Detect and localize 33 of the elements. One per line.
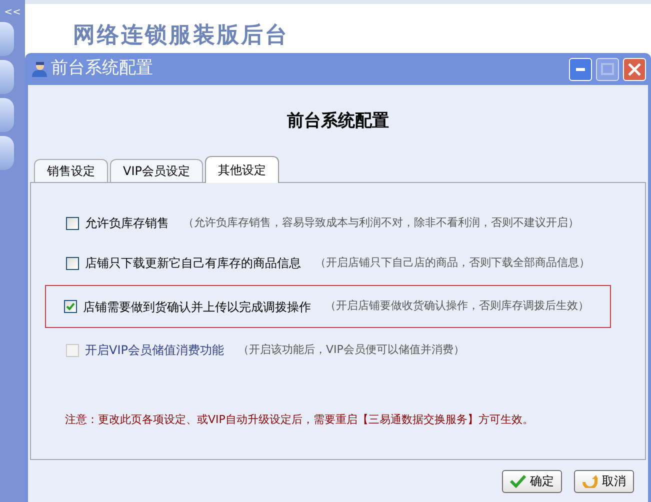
sidebar-tab[interactable] [0, 98, 14, 132]
maximize-icon [601, 63, 614, 75]
sidebar-tab[interactable] [0, 22, 14, 56]
checkmark-icon [66, 302, 75, 311]
page-title: 网络连锁服装版后台 [72, 21, 290, 50]
checkbox[interactable] [66, 256, 79, 270]
return-arrow-icon [582, 474, 598, 488]
tab[interactable]: 销售设定 [34, 159, 108, 182]
option-hint: （开启店铺要做收货确认操作，否则库存调拨后生效） [325, 298, 589, 314]
ok-button[interactable]: 确定 [502, 470, 562, 492]
option-hint: （开启该功能后，VIP会员便可以储值并消费） [238, 342, 464, 358]
sidebar-tab[interactable] [0, 60, 14, 94]
checkbox[interactable] [66, 216, 79, 230]
option-label: 开启VIP会员储值消费功能 [85, 342, 224, 359]
checkbox[interactable] [64, 300, 77, 313]
minimize-button[interactable] [569, 58, 592, 80]
option-hint: （允许负库存销售，容易导致成本与利润不对，除非不看利润，否则不建议开启） [183, 214, 579, 231]
cancel-button[interactable]: 取消 [574, 470, 634, 492]
checkmark-icon [510, 474, 526, 488]
option-label: 店铺只下载更新它自己有库存的商品信息 [85, 255, 301, 272]
notice-text: 注意：更改此页各项设定、或VIP自动升级设定后，需要重启【三易通数据交换服务】方可生效。 [64, 412, 534, 428]
close-button[interactable] [623, 58, 646, 80]
minimize-icon [576, 68, 585, 70]
option-label: 店铺需要做到货确认并上传以完成调拨操作 [83, 298, 311, 316]
tab[interactable]: VIP会员设定 [110, 159, 203, 182]
close-icon [628, 62, 641, 76]
dialog-heading: 前台系统配置 [286, 110, 390, 133]
window-title: 前台系统配置 [51, 57, 154, 80]
sidebar-tab[interactable] [0, 136, 14, 170]
tab[interactable]: 其他设定 [204, 156, 279, 183]
option-hint: （开启店铺只下自己店的商品，否则下载全部商品信息） [315, 254, 590, 271]
user-icon [31, 61, 47, 77]
option-label: 允许负库存销售 [85, 215, 169, 232]
